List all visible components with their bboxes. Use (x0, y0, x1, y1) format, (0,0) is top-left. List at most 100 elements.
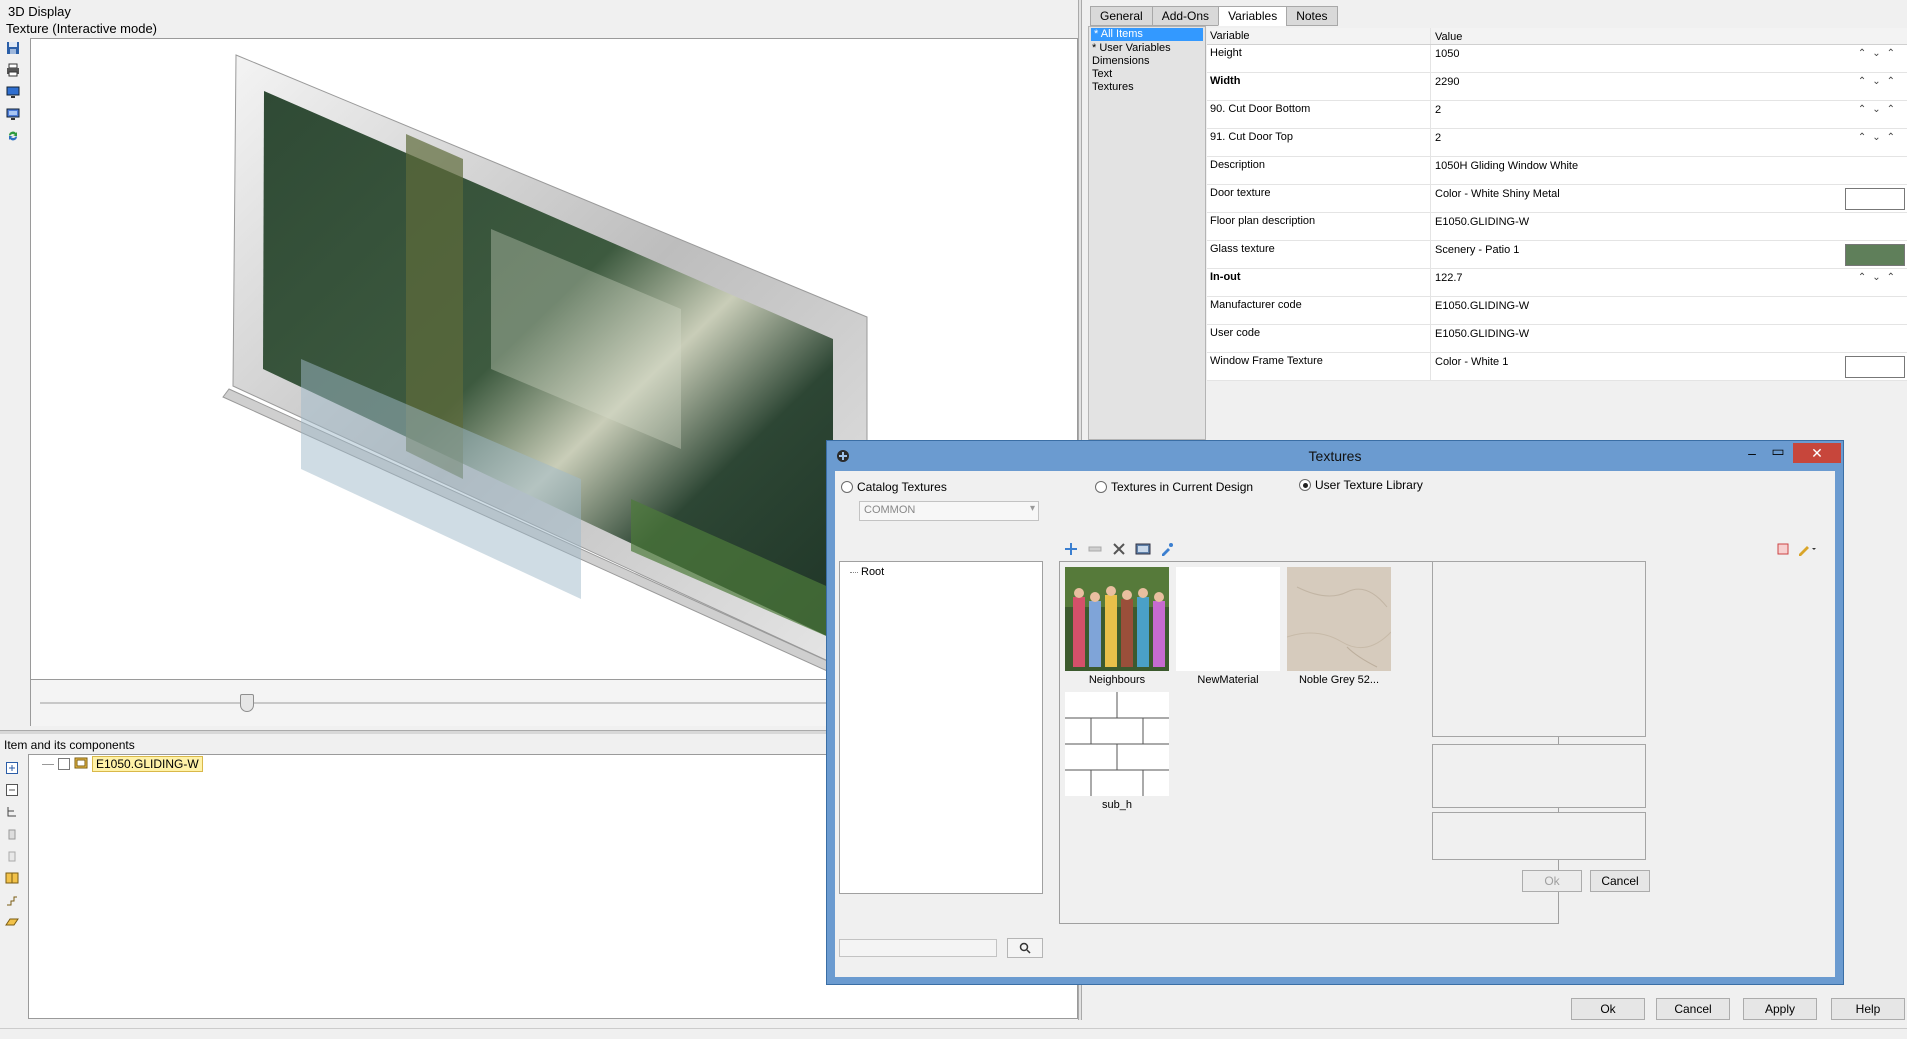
folder-tree[interactable]: Root (839, 561, 1043, 894)
table-row[interactable]: Height 1050 ⌃ ⌄ ⌃ (1207, 45, 1907, 73)
minimize-icon[interactable]: – (1741, 445, 1763, 465)
spin-down-icon[interactable]: ⌄ (1872, 272, 1880, 283)
expand-icon[interactable] (2, 758, 22, 778)
print-icon[interactable] (2, 60, 24, 80)
radio-current-indicator[interactable] (1095, 481, 1107, 493)
spin-up-icon[interactable]: ⌃ (1858, 272, 1866, 283)
monitor-icon[interactable] (2, 82, 24, 102)
variable-value[interactable]: 1050 (1435, 48, 1459, 60)
help-button[interactable]: Help (1831, 998, 1905, 1020)
tab-variables[interactable]: Variables (1218, 6, 1288, 26)
stair-icon[interactable] (2, 890, 22, 910)
variable-name: 91. Cut Door Top (1207, 129, 1431, 156)
texture-thumb-noble-grey[interactable] (1286, 567, 1392, 671)
remove-icon[interactable] (1085, 539, 1105, 559)
spin-up-icon[interactable]: ⌃ (1858, 48, 1866, 59)
refresh-icon[interactable] (2, 126, 24, 146)
render-icon[interactable] (2, 104, 24, 124)
radio-catalog-indicator[interactable] (841, 481, 853, 493)
table-row[interactable]: Width 2290 ⌃ ⌄ ⌃ (1207, 73, 1907, 101)
spin-up-icon[interactable]: ⌃ (1887, 104, 1895, 115)
catalog-combo[interactable]: COMMON ▾ (859, 501, 1039, 521)
door-texture-swatch[interactable] (1845, 188, 1905, 210)
ok-button[interactable]: Ok (1571, 998, 1645, 1020)
radio-current-design[interactable]: Textures in Current Design (1095, 480, 1253, 494)
tab-general[interactable]: General (1090, 6, 1153, 26)
spin-up-icon[interactable]: ⌃ (1858, 76, 1866, 87)
spin-up-icon[interactable]: ⌃ (1887, 76, 1895, 87)
variable-value[interactable]: 2290 (1435, 76, 1459, 88)
pencil-dropdown-icon[interactable] (1797, 539, 1817, 559)
table-row[interactable]: Door texture Color - White Shiny Metal (1207, 185, 1907, 213)
spin-up-icon[interactable]: ⌃ (1887, 132, 1895, 143)
category-textures[interactable]: Textures (1089, 81, 1205, 94)
variable-value[interactable]: Scenery - Patio 1 (1435, 244, 1519, 256)
category-dimensions[interactable]: Dimensions (1089, 55, 1205, 68)
category-all-items[interactable]: * All Items (1091, 28, 1203, 41)
variable-value[interactable]: Color - White 1 (1435, 356, 1508, 368)
texture-search-input[interactable] (839, 939, 997, 957)
spin-up-icon[interactable]: ⌃ (1858, 132, 1866, 143)
frame-texture-swatch[interactable] (1845, 356, 1905, 378)
texture-thumb-sub-h[interactable] (1065, 692, 1169, 796)
dialog-cancel-button[interactable]: Cancel (1590, 870, 1650, 892)
radio-user-library[interactable]: User Texture Library (1299, 478, 1423, 492)
spin-down-icon[interactable]: ⌄ (1872, 104, 1880, 115)
spin-up-icon[interactable]: ⌃ (1858, 104, 1866, 115)
table-row[interactable]: Description 1050H Gliding Window White (1207, 157, 1907, 185)
variable-value[interactable]: 2 (1435, 104, 1441, 116)
table-row[interactable]: Manufacturer code E1050.GLIDING-W (1207, 297, 1907, 325)
category-text[interactable]: Text (1089, 68, 1205, 81)
collapse-icon[interactable] (2, 780, 22, 800)
texture-thumb-newmaterial[interactable] (1176, 567, 1280, 671)
paste-item-icon[interactable] (2, 846, 22, 866)
search-button[interactable] (1007, 938, 1043, 958)
variable-value[interactable]: Color - White Shiny Metal (1435, 188, 1560, 200)
radio-user-indicator[interactable] (1299, 479, 1311, 491)
eyedropper-icon[interactable] (1157, 539, 1177, 559)
delete-icon[interactable] (1109, 539, 1129, 559)
table-row[interactable]: Glass texture Scenery - Patio 1 (1207, 241, 1907, 269)
node-label[interactable]: E1050.GLIDING-W (92, 756, 203, 772)
texture-thumb-neighbours[interactable] (1065, 567, 1169, 671)
spin-down-icon[interactable]: ⌄ (1872, 76, 1880, 87)
maximize-icon[interactable]: ▭ (1767, 443, 1789, 463)
node-checkbox[interactable] (58, 758, 70, 770)
table-row[interactable]: Floor plan description E1050.GLIDING-W (1207, 213, 1907, 241)
spin-up-icon[interactable]: ⌃ (1887, 48, 1895, 59)
variable-value[interactable]: 2 (1435, 132, 1441, 144)
table-row[interactable]: 91. Cut Door Top 2 ⌃ ⌄ ⌃ (1207, 129, 1907, 157)
radio-catalog-textures[interactable]: Catalog Textures (841, 480, 947, 494)
table-row[interactable]: Window Frame Texture Color - White 1 (1207, 353, 1907, 381)
dialog-ok-button[interactable]: Ok (1522, 870, 1582, 892)
variable-value[interactable]: 122.7 (1435, 272, 1463, 284)
apply-button[interactable]: Apply (1743, 998, 1817, 1020)
slab-icon[interactable] (2, 912, 22, 932)
spin-down-icon[interactable]: ⌄ (1872, 132, 1880, 143)
category-user-variables[interactable]: * User Variables (1089, 42, 1205, 55)
table-row[interactable]: In-out 122.7 ⌃ ⌄ ⌃ (1207, 269, 1907, 297)
tree-root[interactable]: Root (861, 566, 884, 578)
variable-value[interactable]: E1050.GLIDING-W (1435, 300, 1529, 312)
spin-down-icon[interactable]: ⌄ (1872, 48, 1880, 59)
variable-value[interactable]: E1050.GLIDING-W (1435, 328, 1529, 340)
glass-texture-swatch[interactable] (1845, 244, 1905, 266)
tab-add-ons[interactable]: Add-Ons (1151, 6, 1220, 26)
cancel-button[interactable]: Cancel (1656, 998, 1730, 1020)
spin-up-icon[interactable]: ⌃ (1887, 272, 1895, 283)
tree-node-item[interactable]: E1050.GLIDING-W (42, 756, 203, 772)
import-icon[interactable] (1133, 539, 1153, 559)
save-icon[interactable] (2, 38, 24, 58)
image-icon[interactable] (1773, 539, 1793, 559)
table-row[interactable]: 90. Cut Door Bottom 2 ⌃ ⌄ ⌃ (1207, 101, 1907, 129)
copy-item-icon[interactable] (2, 824, 22, 844)
hierarchy-icon[interactable] (2, 802, 22, 822)
tab-notes[interactable]: Notes (1286, 6, 1338, 26)
add-icon[interactable] (1061, 539, 1081, 559)
variable-value[interactable]: E1050.GLIDING-W (1435, 216, 1529, 228)
zoom-slider-thumb[interactable] (240, 694, 254, 712)
close-icon[interactable]: ✕ (1793, 443, 1841, 463)
variable-value[interactable]: 1050H Gliding Window White (1435, 160, 1578, 172)
cabinet-icon[interactable] (2, 868, 22, 888)
table-row[interactable]: User code E1050.GLIDING-W (1207, 325, 1907, 353)
